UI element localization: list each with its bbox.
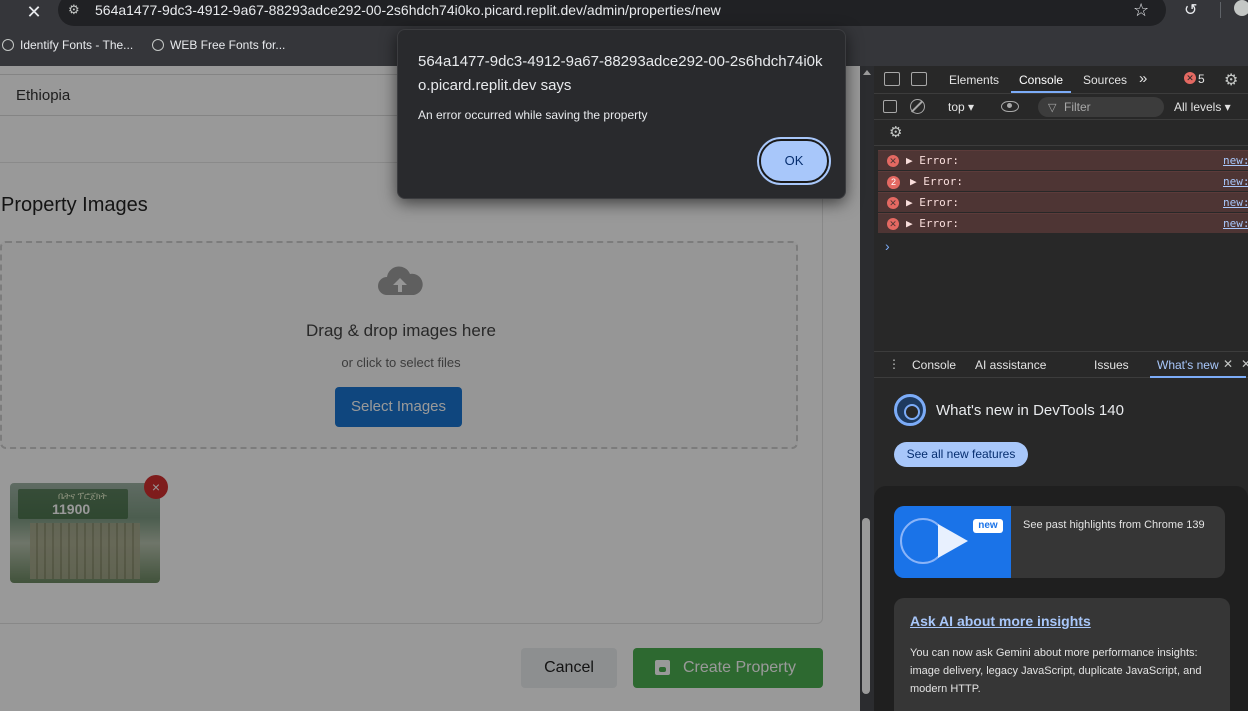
source-link[interactable]: new: — [1223, 175, 1248, 188]
toolbar-divider — [1220, 2, 1221, 18]
drawer-tabbar: ⋮ Console AI assistance Issues What's ne… — [874, 351, 1248, 378]
drawer-tab-whats-new[interactable]: What's new — [1157, 358, 1219, 372]
ai-insights-body: You can now ask Gemini about more perfor… — [910, 647, 1202, 695]
devtools-tabbar: Elements Console Sources » ✕ 5 ⚙ — [874, 66, 1248, 94]
history-icon[interactable]: ↺ — [1184, 0, 1197, 20]
error-icon: ✕ — [1184, 72, 1196, 84]
tab-sources[interactable]: Sources — [1083, 73, 1127, 87]
clear-console-icon[interactable] — [910, 99, 925, 114]
bookmark-item[interactable]: Identify Fonts - The... — [2, 38, 133, 52]
error-text: ▶ Error: — [906, 154, 959, 167]
console-error-row[interactable]: ✕ ▶ Error: new: — [878, 150, 1248, 170]
new-badge: new — [973, 519, 1003, 533]
scroll-up-arrow-icon[interactable] — [863, 70, 871, 75]
more-tabs-icon[interactable]: » — [1139, 70, 1147, 87]
tab-console[interactable]: Console — [1019, 73, 1063, 87]
error-icon: ✕ — [887, 218, 899, 230]
console-error-row[interactable]: ✕ ▶ Error: new: — [878, 213, 1248, 233]
console-error-row[interactable]: ✕ ▶ Error: new: — [878, 192, 1248, 212]
error-text: ▶ Error: — [906, 196, 959, 209]
globe-icon — [152, 39, 164, 51]
see-all-features-button[interactable]: See all new features — [894, 442, 1028, 467]
drawer-tab-ai-assistance[interactable]: AI assistance — [975, 358, 1046, 372]
whats-new-title: What's new in DevTools 140 — [936, 402, 1124, 419]
eye-icon[interactable] — [1001, 101, 1019, 112]
play-icon — [938, 524, 968, 558]
console-toolbar: top ▾ ▽ Filter All levels ▾ — [874, 94, 1248, 120]
globe-icon — [2, 39, 14, 51]
error-icon: ✕ — [887, 197, 899, 209]
sidebar-toggle-icon[interactable] — [883, 100, 897, 113]
site-info-icon[interactable]: ⚙ — [68, 2, 80, 18]
console-error-row[interactable]: 2 ▶ Error: new: — [878, 171, 1248, 191]
scrollbar-thumb[interactable] — [862, 518, 870, 694]
console-settings-icon[interactable]: ⚙ — [889, 123, 902, 141]
source-link[interactable]: new: — [1223, 154, 1248, 167]
chrome-logo-icon — [894, 394, 926, 426]
error-text: ▶ Error: — [910, 175, 963, 188]
bookmark-item[interactable]: WEB Free Fonts for... — [152, 38, 285, 52]
context-select[interactable]: top ▾ — [948, 100, 974, 114]
dialog-message: An error occurred while saving the prope… — [418, 108, 648, 122]
alert-dialog: 564a1477-9dc3-4912-9a67-88293adce292-00-… — [397, 29, 846, 199]
console-settings-row: ⚙ — [874, 120, 1248, 146]
devtools-panel: Elements Console Sources » ✕ 5 ⚙ top ▾ ▽… — [874, 66, 1248, 711]
dialog-title: 564a1477-9dc3-4912-9a67-88293adce292-00-… — [418, 53, 823, 94]
address-bar[interactable]: ⚙ 564a1477-9dc3-4912-9a67-88293adce292-0… — [58, 0, 1166, 26]
gear-icon[interactable]: ⚙ — [1224, 70, 1238, 90]
highlight-thumbnail: new — [894, 506, 1011, 578]
url-text[interactable]: 564a1477-9dc3-4912-9a67-88293adce292-00-… — [95, 2, 721, 18]
ai-insights-link[interactable]: Ask AI about more insights — [910, 613, 1091, 629]
more-vert-icon[interactable]: ⋮ — [888, 357, 900, 371]
whats-new-content: new See past highlights from Chrome 139 … — [874, 486, 1248, 711]
close-icon[interactable]: ✕ — [1223, 357, 1233, 371]
console-prompt[interactable]: › — [885, 238, 890, 254]
error-count[interactable]: 5 — [1198, 72, 1205, 86]
drawer-tab-issues[interactable]: Issues — [1094, 358, 1129, 372]
close-drawer-icon[interactable]: ✕ — [1241, 357, 1248, 371]
browser-toolbar: ✕ ⚙ 564a1477-9dc3-4912-9a67-88293adce292… — [0, 0, 1248, 30]
source-link[interactable]: new: — [1223, 217, 1248, 230]
close-icon[interactable]: ✕ — [24, 2, 44, 22]
highlights-card[interactable]: new See past highlights from Chrome 139 — [894, 506, 1225, 578]
ai-insights-card: Ask AI about more insights You can now a… — [894, 598, 1230, 711]
device-toggle-icon[interactable] — [911, 72, 927, 86]
tab-elements[interactable]: Elements — [949, 73, 999, 87]
filter-placeholder: Filter — [1064, 100, 1091, 114]
error-text: ▶ Error: — [906, 217, 959, 230]
source-link[interactable]: new: — [1223, 196, 1248, 209]
ok-button[interactable]: OK — [757, 137, 831, 185]
drawer-tab-console[interactable]: Console — [912, 358, 956, 372]
bookmark-star-icon[interactable]: ☆ — [1133, 0, 1149, 21]
profile-avatar[interactable] — [1234, 0, 1248, 16]
filter-input[interactable]: ▽ Filter — [1038, 97, 1164, 117]
highlight-text: See past highlights from Chrome 139 — [1023, 519, 1205, 531]
log-levels-select[interactable]: All levels ▾ — [1174, 100, 1231, 114]
inspect-icon[interactable] — [884, 72, 900, 86]
whats-new-panel: What's new in DevTools 140 See all new f… — [874, 378, 1248, 711]
error-icon: ✕ — [887, 155, 899, 167]
error-repeat-count: 2 — [887, 176, 900, 189]
active-tab-indicator — [1011, 91, 1071, 93]
filter-icon: ▽ — [1048, 102, 1057, 114]
